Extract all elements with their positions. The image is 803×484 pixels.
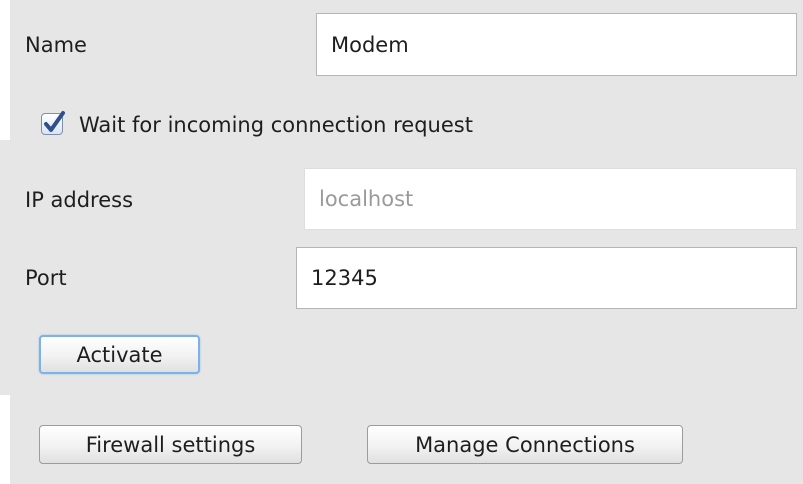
name-label: Name [25,33,87,57]
wait-for-connection-label[interactable]: Wait for incoming connection request [79,113,473,137]
manage-connections-button-label: Manage Connections [415,432,635,457]
connection-settings-panel: Name Modem Wait for incoming connection … [0,0,803,484]
activate-button[interactable]: Activate [39,335,200,374]
ip-address-field: localhost [304,168,797,230]
name-field[interactable]: Modem [316,13,797,76]
port-label: Port [25,266,67,290]
checkmark-icon [44,111,65,132]
firewall-settings-button[interactable]: Firewall settings [39,425,302,464]
manage-connections-button[interactable]: Manage Connections [367,425,683,464]
port-field-value: 12345 [311,266,378,290]
firewall-settings-button-label: Firewall settings [85,432,256,457]
port-field[interactable]: 12345 [296,247,797,309]
activate-button-label: Activate [76,342,163,367]
name-field-value: Modem [331,32,409,57]
ip-address-label: IP address [25,188,134,212]
wait-for-connection-checkbox[interactable] [41,111,65,135]
ip-address-placeholder: localhost [319,187,414,211]
